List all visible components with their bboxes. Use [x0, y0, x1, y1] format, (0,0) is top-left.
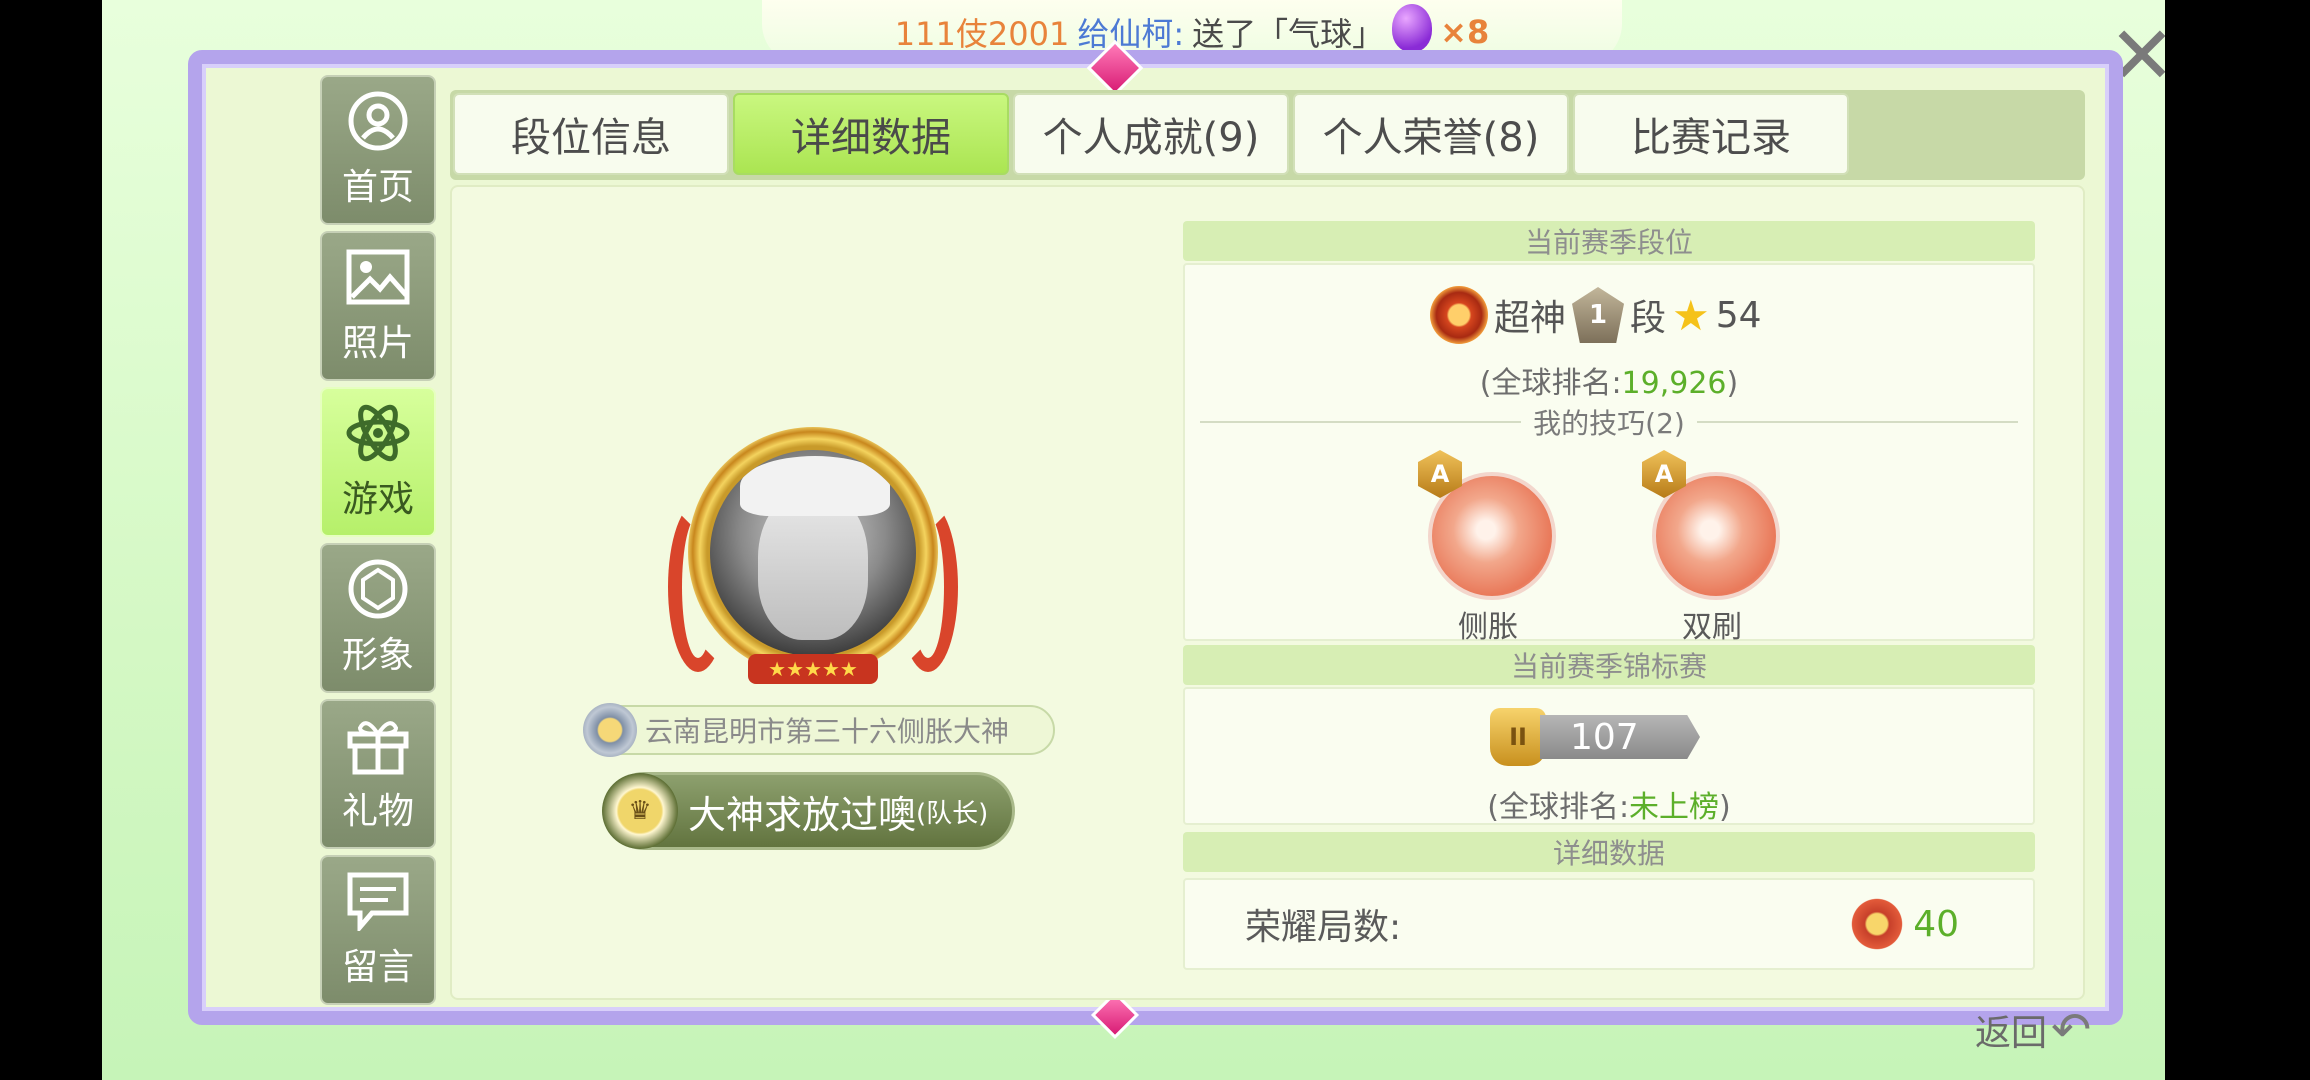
atom-icon: [344, 402, 412, 464]
championship-heading: 当前赛季锦标赛: [1183, 645, 2035, 685]
skills-heading-text: 我的技巧(2): [1533, 407, 1685, 440]
sidebar-item-label: 形象: [341, 635, 414, 676]
tab-detailed-data[interactable]: 详细数据: [733, 93, 1009, 175]
season-rank-heading: 当前赛季段位: [1183, 221, 2035, 261]
global-rank-value: 未上榜: [1629, 790, 1720, 825]
user-circle-icon: [344, 90, 412, 152]
message-icon: [344, 870, 412, 932]
skills-heading: 我的技巧(2): [1200, 404, 2019, 440]
team-role: (队长): [916, 798, 989, 829]
sidebar-item-game[interactable]: 游戏: [320, 387, 436, 537]
balloon-icon: [1392, 4, 1433, 52]
avatar-star-ribbon: ★★★★★: [748, 654, 878, 684]
skill-name: 双刷: [1682, 610, 1742, 645]
broadcast-sender: 111伎2001: [894, 15, 1070, 53]
detail-row: 荣耀局数: 40: [1183, 878, 2035, 970]
sidebar-item-photos[interactable]: 照片: [320, 231, 436, 381]
detail-value: 40: [1845, 898, 1959, 950]
player-title[interactable]: 云南昆明市第三十六侧胀大神: [583, 703, 1055, 757]
sidebar-item-label: 礼物: [341, 791, 414, 832]
tier-level-badge: 1: [1572, 287, 1625, 343]
sidebar-item-label: 游戏: [341, 479, 414, 520]
rank-line: 超神 1 段 ★ 54: [1430, 285, 1762, 345]
tab-honors[interactable]: 个人荣誉(8): [1293, 93, 1569, 175]
global-rank-prefix: (全球排名:: [1479, 366, 1622, 401]
details-heading: 详细数据: [1183, 832, 2035, 872]
tab-achievements[interactable]: 个人成就(9): [1013, 93, 1289, 175]
back-label: 返回: [1975, 1013, 2048, 1054]
sidebar-item-messages[interactable]: 留言: [320, 855, 436, 1005]
detail-label: 荣耀局数:: [1245, 907, 1402, 948]
broadcast-action: 送了「气球」: [1192, 15, 1385, 53]
sidebar: 首页 照片 游戏 形象 礼物 留言: [320, 75, 436, 1005]
sidebar-item-gifts[interactable]: 礼物: [320, 699, 436, 849]
sidebar-item-label: 照片: [341, 323, 414, 364]
global-rank-prefix: (全球排名:: [1487, 790, 1630, 825]
tab-bar: 段位信息 详细数据 个人成就(9) 个人荣誉(8) 比赛记录: [450, 90, 2085, 180]
glory-icon: [1845, 898, 1910, 950]
team-emblem-icon: ♛: [602, 773, 678, 849]
rank-tier-suffix: 段: [1630, 298, 1667, 339]
gift-icon: [344, 714, 412, 776]
team-badge[interactable]: ♛ 大神求放过噢 (队长): [602, 772, 1015, 850]
skill-item[interactable]: A 双刷: [1642, 450, 1782, 645]
season-global-rank: (全球排名:19,926): [1183, 358, 2035, 402]
sidebar-item-appearance[interactable]: 形象: [320, 543, 436, 693]
global-rank-suffix: ): [1719, 790, 1731, 825]
diamond-ring-icon: [344, 558, 412, 620]
title-emblem-icon: [583, 703, 637, 757]
rank-medal-icon: [1430, 286, 1488, 344]
sidebar-item-label: 首页: [341, 167, 414, 208]
championship-global-rank: (全球排名:未上榜): [1183, 782, 2035, 826]
rank-stars: 54: [1715, 294, 1762, 336]
tab-rank-info[interactable]: 段位信息: [453, 93, 729, 175]
global-rank-suffix: ): [1726, 366, 1739, 401]
detail-value-text: 40: [1913, 903, 1959, 945]
team-name: 大神求放过噢: [688, 792, 917, 837]
tab-match-records[interactable]: 比赛记录: [1573, 93, 1849, 175]
skill-name: 侧胀: [1458, 610, 1518, 645]
sidebar-item-home[interactable]: 首页: [320, 75, 436, 225]
championship-score-bar: 107: [1540, 715, 1700, 759]
rank-tier: 超神: [1494, 298, 1567, 339]
avatar[interactable]: ★★★★★: [668, 422, 958, 692]
skill-item[interactable]: A 侧胀: [1418, 450, 1558, 645]
back-button[interactable]: 返回 ↶: [1975, 1000, 2091, 1060]
player-title-text: 云南昆明市第三十六侧胀大神: [645, 715, 1010, 748]
championship-score: II 107: [1490, 708, 1700, 766]
photo-icon: [344, 246, 412, 308]
broadcast-count: ×8: [1440, 13, 1490, 51]
avatar-photo: [710, 450, 916, 656]
broadcast-target: 给仙柯:: [1077, 15, 1185, 53]
trophy-icon: II: [1490, 708, 1546, 766]
global-rank-value: 19,926: [1621, 366, 1727, 401]
back-arrow-icon: ↶: [2051, 1002, 2092, 1058]
sidebar-item-label: 留言: [341, 947, 414, 988]
star-icon: ★: [1672, 290, 1710, 340]
